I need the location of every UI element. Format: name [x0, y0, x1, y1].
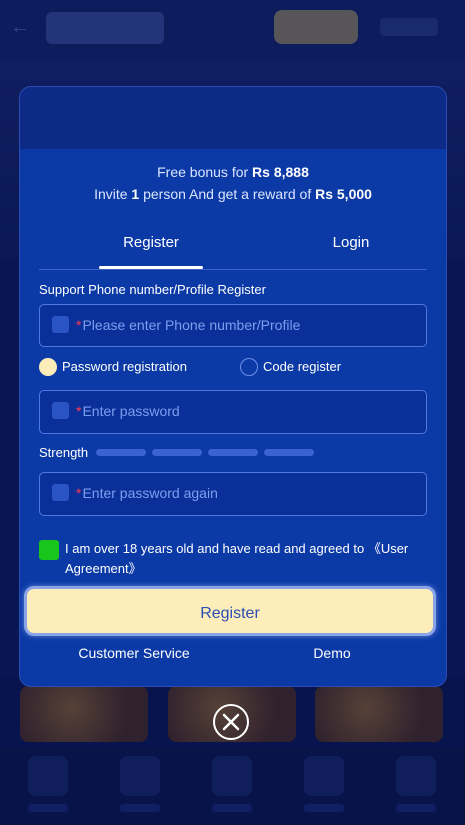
- register-modal: Free bonus for Rs 8,888 Invite 1 person …: [19, 86, 447, 687]
- radio-unselected-icon: [240, 358, 258, 376]
- radio-label: Code register: [263, 359, 342, 374]
- strength-bar: [96, 449, 146, 456]
- confirm-placeholder-text: Enter password again: [82, 485, 218, 501]
- agreement-text: I am over 18 years old and have read and…: [65, 539, 437, 579]
- invite-middle: person And get a reward of: [139, 186, 316, 202]
- invite-reward: Rs 5,000: [315, 186, 372, 202]
- close-icon[interactable]: [213, 704, 249, 740]
- tab-login[interactable]: Login: [299, 234, 403, 251]
- phone-placeholder: *Please enter Phone number/Profile: [76, 317, 300, 333]
- password-placeholder: *Enter password: [76, 403, 180, 419]
- required-mark: *: [76, 403, 82, 419]
- strength-bar: [264, 449, 314, 456]
- strength-bar: [208, 449, 258, 456]
- modal-header-banner: [20, 87, 446, 149]
- radio-selected-icon: [39, 358, 57, 376]
- radio-label: Password registration: [62, 359, 187, 374]
- password-input[interactable]: *Enter password: [39, 390, 427, 434]
- bonus-amount: Rs 8,888: [252, 164, 309, 180]
- register-button[interactable]: Register: [24, 586, 436, 636]
- confirm-field-icon: [52, 484, 69, 501]
- password-placeholder-text: Enter password: [82, 403, 180, 419]
- password-field-icon: [52, 402, 69, 419]
- phone-placeholder-text: Please enter Phone number/Profile: [82, 317, 301, 333]
- strength-bar: [152, 449, 202, 456]
- agreement-checkbox[interactable]: [39, 540, 59, 560]
- tab-register[interactable]: Register: [99, 234, 203, 251]
- phone-input[interactable]: *Please enter Phone number/Profile: [39, 304, 427, 347]
- close-x-icon: [222, 713, 240, 731]
- confirm-placeholder: *Enter password again: [76, 485, 218, 501]
- invite-reward-text: Invite 1 person And get a reward of Rs 5…: [20, 186, 446, 202]
- active-tab-indicator: [99, 266, 203, 269]
- invite-prefix: Invite: [94, 186, 132, 202]
- confirm-password-input[interactable]: *Enter password again: [39, 472, 427, 516]
- required-mark: *: [76, 317, 82, 333]
- required-mark: *: [76, 485, 82, 501]
- bonus-prefix: Free bonus for: [157, 164, 253, 180]
- customer-service-link[interactable]: Customer Service: [74, 645, 194, 661]
- agreement-statement: I am over 18 years old and have read and…: [65, 541, 368, 556]
- strength-label: Strength: [39, 445, 89, 460]
- phone-field-icon: [52, 316, 69, 333]
- support-label: Support Phone number/Profile Register: [39, 282, 266, 297]
- free-bonus-text: Free bonus for Rs 8,888: [20, 164, 446, 180]
- demo-link[interactable]: Demo: [296, 645, 368, 661]
- auth-tabs: Register Login: [39, 223, 427, 270]
